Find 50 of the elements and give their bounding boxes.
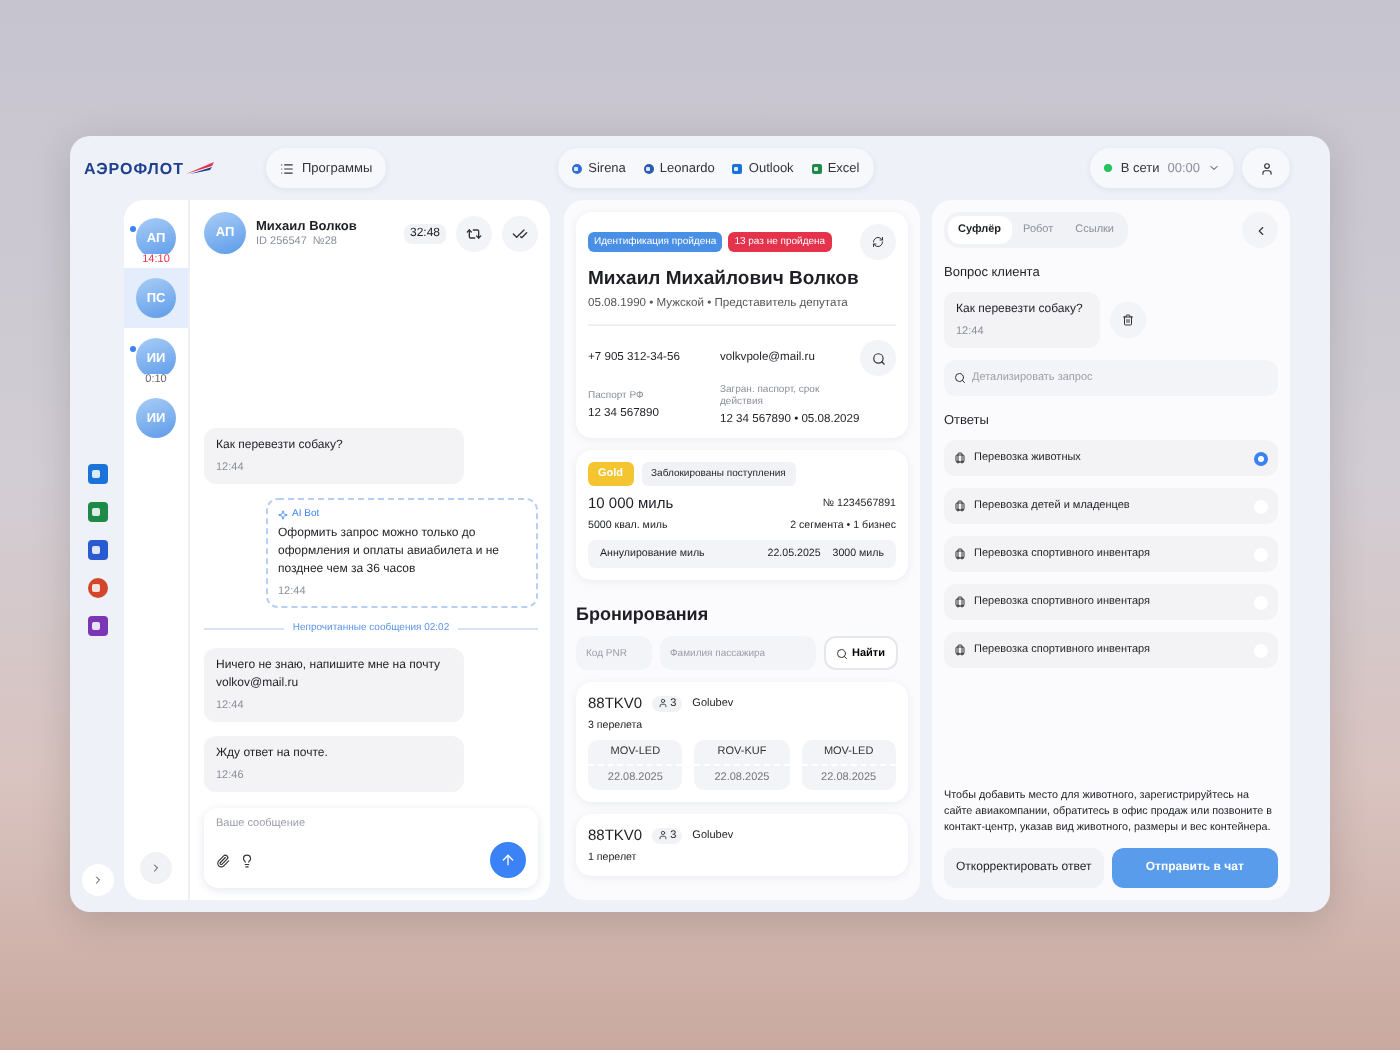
- app-icon: [643, 163, 654, 173]
- transfer-button[interactable]: [456, 215, 492, 251]
- luggage-icon: [954, 596, 966, 608]
- chevron-left-icon: [1253, 223, 1267, 237]
- app-icon: [732, 163, 743, 173]
- radio-button[interactable]: [1254, 451, 1268, 465]
- trash-icon: [1122, 314, 1134, 326]
- search-icon: [871, 351, 885, 365]
- app-shortcut[interactable]: [87, 616, 107, 636]
- double-check-icon: [512, 225, 528, 241]
- chevron-right-icon: [91, 874, 103, 886]
- done-button[interactable]: [502, 215, 538, 251]
- send-button[interactable]: [490, 842, 526, 878]
- delete-button[interactable]: [1110, 302, 1146, 338]
- refresh-icon: [872, 236, 884, 248]
- app-shortcut[interactable]: [87, 578, 107, 598]
- user-icon: [1259, 161, 1273, 175]
- chevron-down-icon: [1208, 162, 1220, 174]
- app-shortcut-icon: [87, 616, 107, 636]
- list-icon: [280, 161, 294, 175]
- app-shortcut[interactable]: [87, 502, 107, 522]
- section-title: Бронирования: [576, 604, 711, 624]
- client-name: Михаил Михайлович Волков: [588, 268, 861, 290]
- app-shortcut[interactable]: [87, 540, 107, 560]
- airline-logo-text: АЭРОФЛОТ: [84, 159, 184, 177]
- app-shortcut-icon: [87, 502, 107, 522]
- app-icon: [811, 163, 822, 173]
- luggage-icon: [954, 500, 966, 512]
- luggage-icon: [954, 548, 966, 560]
- app-shortcut-icon: [87, 464, 107, 484]
- lightbulb-icon: [240, 853, 254, 867]
- wing-logo-icon: [185, 161, 214, 175]
- app-icon: [572, 163, 583, 173]
- luggage-icon: [954, 644, 966, 656]
- arrow-up-icon: [500, 852, 516, 868]
- refresh-button[interactable]: [860, 224, 896, 260]
- app-shortcut[interactable]: [87, 464, 107, 484]
- search-button[interactable]: [860, 340, 896, 376]
- app-shortcut-icon: [87, 540, 107, 560]
- paperclip-icon: [216, 853, 230, 867]
- user-icon: [658, 698, 669, 708]
- search-icon: [836, 647, 848, 659]
- sparkle-icon: [278, 509, 288, 519]
- chevron-right-icon: [150, 862, 162, 874]
- search-icon: [954, 372, 966, 384]
- app-shortcut-icon: [87, 578, 107, 598]
- user-icon: [658, 830, 669, 840]
- luggage-icon: [954, 452, 966, 464]
- user-button[interactable]: [1242, 148, 1290, 188]
- repeat-icon: [466, 225, 482, 241]
